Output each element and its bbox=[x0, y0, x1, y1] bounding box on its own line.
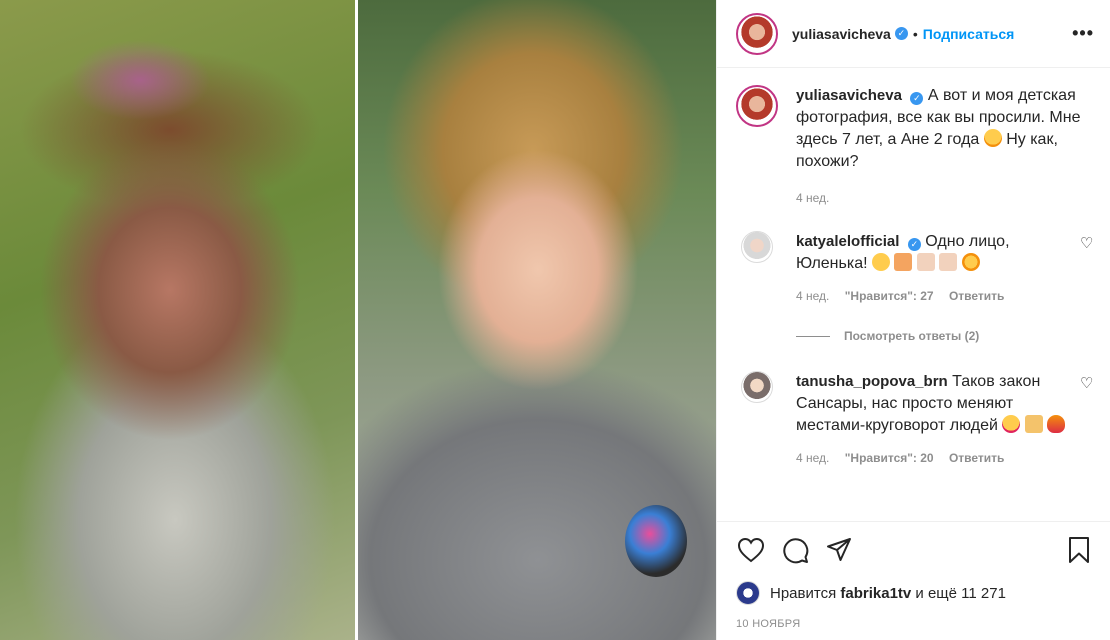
comment-likes[interactable]: "Нравится": 27 bbox=[845, 289, 934, 303]
replies-line bbox=[796, 335, 830, 337]
view-replies-label: Посмотреть ответы (2) bbox=[844, 329, 980, 343]
comment: tanusha_popova_brn Таков закон Сансары, … bbox=[736, 371, 1094, 437]
couple-emoji-icon bbox=[894, 253, 913, 271]
caption-author[interactable]: yuliasavicheva bbox=[796, 87, 902, 104]
post-side-panel: yuliasavicheva ✓ • Подписаться ••• yulia… bbox=[716, 0, 1110, 640]
heart-eyes-emoji-icon bbox=[1002, 415, 1021, 433]
comment-likes[interactable]: "Нравится": 20 bbox=[845, 451, 934, 465]
likes-count[interactable]: и ещё 11 271 bbox=[915, 585, 1006, 602]
comment-meta: 4 нед. "Нравится": 20 Ответить bbox=[796, 451, 1094, 465]
view-replies-button[interactable]: Посмотреть ответы (2) bbox=[796, 329, 1094, 343]
smile-emoji-icon bbox=[872, 253, 890, 271]
like-comment-heart-icon[interactable]: ♡ bbox=[1080, 236, 1094, 251]
smiling-hearts-emoji-icon bbox=[983, 129, 1002, 147]
comment-author[interactable]: tanusha_popova_brn bbox=[796, 373, 948, 390]
reply-button[interactable]: Ответить bbox=[949, 289, 1004, 303]
verified-badge-icon: ✓ bbox=[907, 238, 921, 251]
action-icons bbox=[736, 522, 1094, 578]
sun-emoji-icon bbox=[961, 253, 980, 271]
comment: katyalelofficial ✓ Одно лицо, Юленька! ♡ bbox=[736, 231, 1094, 275]
share-send-icon[interactable] bbox=[824, 535, 854, 565]
author-avatar[interactable] bbox=[736, 12, 778, 55]
comment-time[interactable]: 4 нед. bbox=[796, 451, 829, 465]
reply-button[interactable]: Ответить bbox=[949, 451, 1004, 465]
childhood-photo bbox=[0, 0, 355, 640]
author-username[interactable]: yuliasavicheva bbox=[792, 26, 891, 42]
likes-prefix: Нравится bbox=[770, 584, 837, 602]
like-heart-icon[interactable] bbox=[736, 535, 766, 565]
post-actions: Нравится fabrika1tv и ещё 11 271 10 НОЯБ… bbox=[717, 521, 1110, 640]
comment-author[interactable]: katyalelofficial bbox=[796, 233, 899, 250]
follow-button[interactable]: Подписаться bbox=[923, 26, 1015, 42]
comment-meta: 4 нед. "Нравится": 27 Ответить bbox=[796, 289, 1094, 303]
more-options-icon[interactable]: ••• bbox=[1072, 23, 1094, 44]
sweater-patch bbox=[625, 505, 687, 577]
caption-meta: 4 нед. bbox=[796, 191, 1094, 205]
post-header: yuliasavicheva ✓ • Подписаться ••• bbox=[717, 0, 1110, 68]
verified-badge-icon: ✓ bbox=[910, 92, 924, 105]
thumbs-up-emoji-icon bbox=[916, 253, 935, 271]
post-date[interactable]: 10 НОЯБРЯ bbox=[736, 618, 1094, 630]
liker-username[interactable]: fabrika1tv bbox=[840, 585, 911, 602]
comments-list[interactable]: yuliasavicheva ✓ А вот и моя детская фот… bbox=[717, 69, 1110, 520]
like-comment-heart-icon[interactable]: ♡ bbox=[1080, 376, 1094, 391]
comment-bubble-icon[interactable] bbox=[780, 535, 810, 565]
caption-time[interactable]: 4 нед. bbox=[796, 191, 829, 205]
post-photo[interactable] bbox=[0, 0, 716, 640]
caption: yuliasavicheva ✓ А вот и моя детская фот… bbox=[736, 85, 1094, 173]
save-bookmark-icon[interactable] bbox=[1064, 535, 1094, 565]
comment-time[interactable]: 4 нед. bbox=[796, 289, 829, 303]
comment-avatar[interactable] bbox=[741, 371, 773, 403]
verified-badge-icon: ✓ bbox=[894, 27, 908, 40]
liker-avatar[interactable] bbox=[736, 581, 760, 605]
caption-avatar[interactable] bbox=[736, 85, 778, 127]
fire-emoji-icon bbox=[1047, 415, 1066, 433]
clapping-emoji-icon bbox=[939, 253, 958, 271]
comment-avatar[interactable] bbox=[741, 231, 773, 263]
separator-dot: • bbox=[912, 25, 918, 42]
clapping-emoji-icon bbox=[1024, 415, 1043, 433]
likes-summary: Нравится fabrika1tv и ещё 11 271 bbox=[736, 578, 1094, 608]
